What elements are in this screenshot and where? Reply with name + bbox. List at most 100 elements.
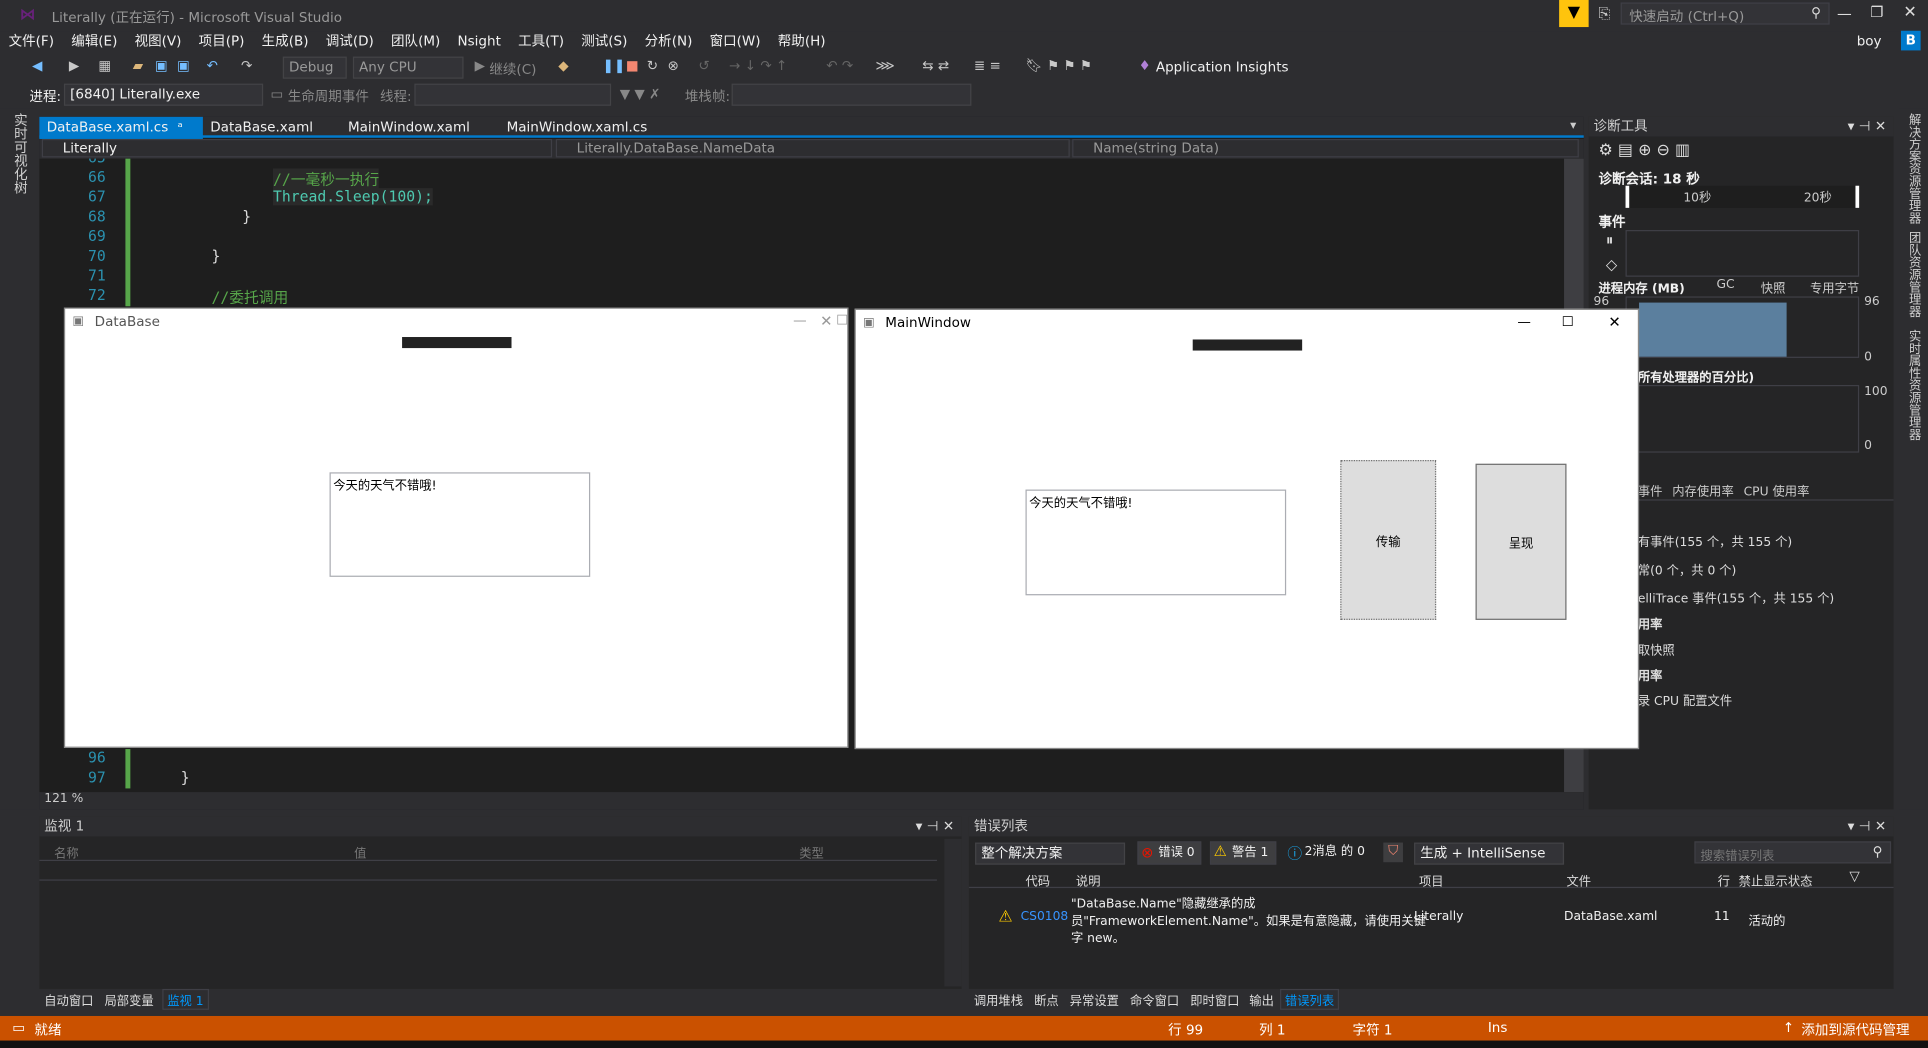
- threads-icon[interactable]: ⋙: [875, 58, 894, 74]
- watch-empty-row[interactable]: [39, 866, 937, 881]
- close-icon[interactable]: ✕: [1903, 4, 1916, 22]
- lifecycle-events[interactable]: 生命周期事件: [288, 86, 369, 106]
- forward-icon[interactable]: ▶: [69, 58, 79, 74]
- diag-row[interactable]: 常(0 个，共 0 个): [1638, 560, 1736, 579]
- platform-select[interactable]: Any CPU: [352, 56, 464, 79]
- tab-call-stack[interactable]: 调用堆栈: [974, 990, 1023, 1009]
- build-select[interactable]: 生成 + IntelliSense: [1414, 842, 1565, 865]
- tab-exceptions[interactable]: 异常设置: [1070, 990, 1119, 1009]
- watch-close-icon[interactable]: ▾ ⊣ ✕: [916, 818, 955, 834]
- avatar[interactable]: B: [1900, 30, 1921, 51]
- menu-build[interactable]: 生成(B): [253, 30, 317, 55]
- class-dropdown[interactable]: Literally.DataBase.NameData: [555, 138, 1070, 158]
- table-row[interactable]: ⚠ CS0108 "DataBase.Name"隐藏继承的成 员"Framewo…: [969, 891, 1894, 946]
- diag-close-icon[interactable]: ▾ ⊣ ✕: [1848, 118, 1887, 134]
- zoom-level[interactable]: 121 %: [44, 792, 83, 806]
- message-textbox[interactable]: 今天的天气不错哦!: [329, 472, 591, 577]
- col-project[interactable]: 项目: [1419, 871, 1444, 890]
- scope-select[interactable]: 整个解决方案: [975, 842, 1126, 865]
- live-visual-tree-tab[interactable]: 实时可视化树: [12, 113, 29, 194]
- open-icon[interactable]: ▰: [133, 58, 143, 74]
- config-select[interactable]: Debug: [282, 56, 347, 79]
- minimize-icon[interactable]: —: [1837, 5, 1852, 22]
- tab-autos[interactable]: 自动窗口: [44, 990, 93, 1009]
- project-dropdown[interactable]: Literally: [41, 138, 553, 158]
- diag-row[interactable]: 有事件(155 个，共 155 个): [1638, 531, 1792, 550]
- col-suppression[interactable]: 禁止显示状态: [1739, 871, 1813, 890]
- error-code-link[interactable]: CS0108: [1021, 910, 1069, 924]
- message-textbox[interactable]: 今天的天气不错哦!: [1025, 489, 1287, 596]
- diag-row[interactable]: 取快照: [1638, 640, 1675, 659]
- menu-test[interactable]: 测试(S): [573, 30, 636, 55]
- bookmark-icon[interactable]: 🔖︎ ⚑ ⚑ ⚑: [1025, 58, 1091, 74]
- tab-breakpoints[interactable]: 断点: [1034, 990, 1059, 1009]
- minimize-icon[interactable]: —: [1517, 314, 1531, 330]
- comment-icon[interactable]: ≣ ≡: [974, 58, 1001, 74]
- user-name[interactable]: boy: [1857, 33, 1882, 49]
- quick-launch-box[interactable]: 快速启动 (Ctrl+Q) ⚲: [1620, 2, 1830, 25]
- column-filter-icon[interactable]: ▽: [1849, 868, 1859, 884]
- save-icon[interactable]: ▣: [155, 58, 168, 74]
- tab-overflow-icon[interactable]: ▾: [1570, 119, 1576, 133]
- tab-output[interactable]: 输出: [1249, 990, 1274, 1009]
- error-search-box[interactable]: 搜索错误列表 ⚲: [1694, 841, 1892, 864]
- menu-debug[interactable]: 调试(D): [317, 30, 382, 55]
- tab-mainwindow-xaml[interactable]: MainWindow.xaml: [341, 117, 478, 139]
- diag-tab-memory[interactable]: 内存使用率: [1672, 481, 1733, 500]
- tab-immediate[interactable]: 即时窗口: [1190, 990, 1239, 1009]
- close-icon[interactable]: ✕: [820, 312, 832, 329]
- debug-toolbar-handle[interactable]: [402, 337, 512, 349]
- diag-tab-events[interactable]: 事件: [1638, 481, 1663, 500]
- menu-nsight[interactable]: Nsight: [449, 30, 510, 55]
- menu-team[interactable]: 团队(M): [382, 30, 448, 55]
- app-insights-button[interactable]: Application Insights: [1156, 59, 1289, 75]
- back-icon[interactable]: ◀: [32, 58, 42, 74]
- thread-select[interactable]: [414, 83, 612, 106]
- menu-help[interactable]: 帮助(H): [769, 30, 834, 55]
- tab-mainwindow-xaml-cs[interactable]: MainWindow.xaml.cs: [499, 117, 654, 139]
- present-button[interactable]: 呈现: [1475, 463, 1567, 620]
- solution-explorer-tab[interactable]: 解决方案资源管理器: [1903, 113, 1921, 224]
- menu-tools[interactable]: 工具(T): [510, 30, 573, 55]
- maximize-icon[interactable]: ☐: [836, 312, 848, 328]
- process-select[interactable]: [6840] Literally.exe: [63, 83, 264, 106]
- team-explorer-tab[interactable]: 团队资源管理器: [1903, 231, 1921, 317]
- diag-row[interactable]: elliTrace 事件(155 个，共 155 个): [1638, 588, 1834, 607]
- errors-close-icon[interactable]: ▾ ⊣ ✕: [1848, 818, 1887, 834]
- outline-icon[interactable]: ⇆ ⇄: [922, 58, 949, 74]
- live-property-tab[interactable]: 实时属性资源管理器: [1903, 330, 1921, 441]
- continue-label[interactable]: 继续(C): [489, 59, 536, 79]
- tab-command[interactable]: 命令窗口: [1130, 990, 1179, 1009]
- tab-database-xaml[interactable]: DataBase.xaml: [203, 117, 321, 139]
- maximize-icon[interactable]: ☐: [1562, 314, 1574, 330]
- menu-window[interactable]: 窗口(W): [701, 30, 769, 55]
- filter-icon[interactable]: ⛉: [1383, 842, 1403, 863]
- stop-icon[interactable]: ■: [626, 58, 639, 74]
- diag-toolbar-icons[interactable]: ⚙ ▤ ⊕ ⊖ ▥: [1598, 141, 1690, 159]
- col-line[interactable]: 行: [1718, 871, 1730, 890]
- timeline-ruler[interactable]: 10秒 20秒: [1625, 185, 1860, 208]
- tab-locals[interactable]: 局部变量: [105, 990, 154, 1009]
- redo-icon[interactable]: ↷: [241, 58, 252, 74]
- add-to-source-control[interactable]: 添加到源代码管理: [1801, 1020, 1909, 1040]
- transfer-button[interactable]: 传输: [1340, 460, 1437, 620]
- col-desc[interactable]: 说明: [1076, 871, 1101, 890]
- menu-view[interactable]: 视图(V): [126, 30, 190, 55]
- minimize-icon[interactable]: —: [793, 312, 807, 328]
- debug-toolbar-handle[interactable]: [1192, 339, 1303, 351]
- member-dropdown[interactable]: Name(string Data): [1072, 138, 1579, 158]
- col-code[interactable]: 代码: [1025, 871, 1050, 890]
- diag-row[interactable]: 录 CPU 配置文件: [1638, 690, 1732, 709]
- menu-project[interactable]: 项目(P): [190, 30, 253, 55]
- menu-edit[interactable]: 编辑(E): [63, 30, 126, 55]
- hot-reload-icon[interactable]: ⊗: [668, 58, 679, 74]
- pause-icon[interactable]: ❚❚: [603, 58, 626, 74]
- tab-database-xaml-cs[interactable]: DataBase.xaml.cs ᵃ ⊣ ✕: [39, 116, 203, 157]
- col-file[interactable]: 文件: [1567, 871, 1592, 890]
- tab-error-list[interactable]: 错误列表: [1280, 988, 1340, 1010]
- close-icon[interactable]: ✕: [1608, 314, 1620, 331]
- save-all-icon[interactable]: ▣: [177, 58, 190, 74]
- diag-tab-cpu[interactable]: CPU 使用率: [1744, 481, 1810, 500]
- watch-scrollbar[interactable]: [944, 838, 962, 987]
- filter-feedback-icon[interactable]: ▼: [1559, 0, 1589, 28]
